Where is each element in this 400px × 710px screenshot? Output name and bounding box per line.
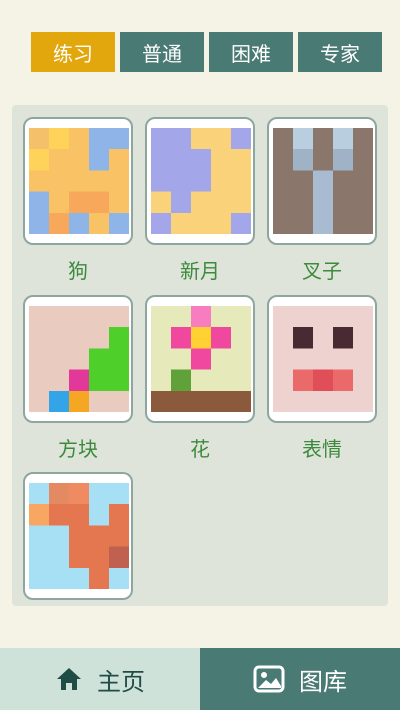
nav-home-button[interactable]: 主页 [0,648,200,710]
puzzle-label: 方块 [58,437,98,461]
puzzle-thumbnail[interactable] [23,295,133,423]
puzzle-label: 新月 [180,259,220,283]
puzzle-thumbnail[interactable] [267,295,377,423]
crescent-pixel-art [151,128,251,234]
image-icon [253,665,285,693]
puzzle-label: 花 [190,437,210,461]
house-icon [57,668,81,690]
puzzle-thumbnail[interactable] [23,117,133,245]
dog-pixel-art [29,128,129,234]
puzzle-thumbnail[interactable] [145,295,255,423]
fork-pixel-art [273,128,373,234]
tab-hard[interactable]: 困难 [209,32,293,72]
puzzle-thumbnail[interactable] [23,472,133,600]
puzzle-grid: 狗 新月 叉子 方块 花 表情 [12,105,388,606]
blocks-pixel-art [29,306,129,412]
puzzle-label: 狗 [68,259,88,283]
puzzle-label: 表情 [302,437,342,461]
tab-expert[interactable]: 专家 [298,32,382,72]
puzzle-thumbnail[interactable] [145,117,255,245]
nav-gallery-label: 图库 [299,667,347,696]
puzzle-thumbnail[interactable] [267,117,377,245]
tab-practice[interactable]: 练习 [31,32,115,72]
tab-normal[interactable]: 普通 [120,32,204,72]
nav-home-label: 主页 [97,667,145,696]
flower-pixel-art [151,306,251,412]
face-pixel-art [273,306,373,412]
puzzle-label: 叉子 [302,259,342,283]
bottom-nav: 主页 图库 [0,648,400,710]
bird-pixel-art [29,483,129,589]
nav-gallery-button[interactable]: 图库 [200,648,400,710]
